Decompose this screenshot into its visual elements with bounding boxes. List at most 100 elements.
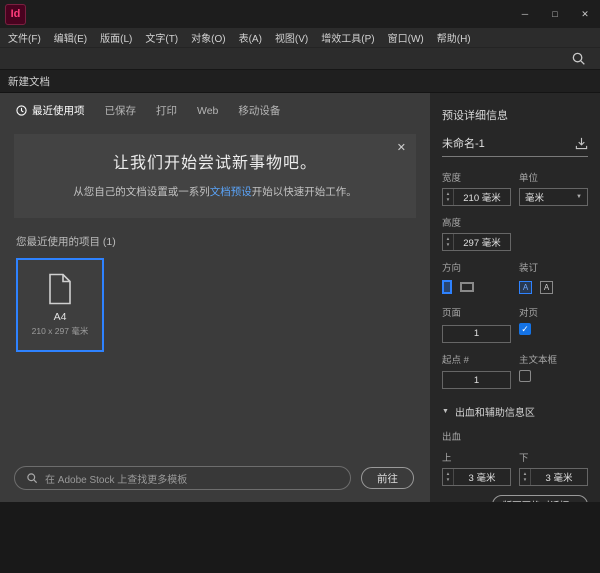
minimize-button[interactable]: ─ [510,0,540,28]
titlebar: Id ─ □ ✕ [0,0,600,28]
start-number-input[interactable] [442,371,511,389]
recent-preset-card-a4[interactable]: A4 210 x 297 毫米 [16,258,104,352]
height-stepper[interactable]: ▲ ▼ 297 毫米 [442,233,511,251]
app-toolbar [0,47,600,70]
tab-saved-label: 已保存 [105,103,137,118]
banner-close-icon[interactable]: ✕ [397,141,406,154]
bleed-bottom-stepper-arrows[interactable]: ▲ ▼ [520,469,531,485]
orientation-binding-row: 方向 装订 A A [442,260,588,296]
menu-layout[interactable]: 版面(L) [100,30,132,45]
stepper-down-icon[interactable]: ▼ [446,243,450,248]
stepper-down-icon[interactable]: ▼ [523,478,527,483]
menu-window[interactable]: 窗口(W) [388,30,424,45]
bleed-slug-section-header[interactable]: ▼ 出血和辅助信息区 [442,404,588,419]
save-preset-icon[interactable] [575,137,588,150]
preset-details-panel: 预设详细信息 未命名-1 宽度 ▲ ▼ 210 毫米 [430,93,600,502]
unit-label: 单位 [519,170,588,184]
menu-edit[interactable]: 编辑(E) [54,30,87,45]
stock-search-placeholder: 在 Adobe Stock 上查找更多模板 [45,471,187,486]
indesign-logo: Id [5,4,26,25]
orientation-label: 方向 [442,260,511,274]
tab-web[interactable]: Web [197,105,218,117]
stepper-up-icon[interactable]: ▲ [446,237,450,242]
unit-value: 毫米 [525,190,544,204]
stepper-up-icon[interactable]: ▲ [523,472,527,477]
banner-subtitle-post: 开始以快速开始工作。 [252,186,357,198]
pages-input[interactable] [442,325,511,343]
height-stepper-arrows[interactable]: ▲ ▼ [443,234,454,250]
dialog-left-pane: 最近使用项 已保存 打印 Web 移动设备 ✕ 让我们开始尝试新事物吧。 [0,93,430,502]
workspace-background [0,502,600,573]
tab-web-label: Web [197,105,218,117]
primary-text-frame-checkbox[interactable] [519,370,531,382]
menubar: 文件(F) 编辑(E) 版面(L) 文字(T) 对象(O) 表(A) 视图(V)… [0,28,600,47]
stepper-up-icon[interactable]: ▲ [446,192,450,197]
height-value[interactable]: 297 毫米 [454,235,510,249]
search-icon[interactable] [571,51,586,66]
facing-pages-checkbox[interactable]: ✓ [519,323,531,335]
tab-print-label: 打印 [156,103,177,118]
stepper-down-icon[interactable]: ▼ [446,478,450,483]
document-tab-label: 新建文档 [8,74,50,89]
orientation-portrait-icon[interactable] [442,280,452,294]
preset-card-dimensions: 210 x 297 毫米 [32,325,89,337]
menu-plugins[interactable]: 增效工具(P) [321,30,374,45]
height-row: 高度 ▲ ▼ 297 毫米 [442,215,588,251]
close-button[interactable]: ✕ [570,0,600,28]
unit-dropdown[interactable]: 毫米 ▼ [519,188,588,206]
document-name-row: 未命名-1 [442,135,588,157]
tab-saved[interactable]: 已保存 [105,103,137,118]
stepper-up-icon[interactable]: ▲ [446,472,450,477]
document-name-field[interactable]: 未命名-1 [442,135,485,151]
document-presets-link[interactable]: 文档预设 [210,186,252,198]
orientation-landscape-icon[interactable] [460,282,474,292]
recent-items-heading: 您最近使用的项目 (1) [16,234,430,249]
bleed-bottom-value[interactable]: 3 毫米 [531,470,587,484]
stepper-down-icon[interactable]: ▼ [446,198,450,203]
binding-left-icon[interactable]: A [519,281,532,294]
new-document-dialog: 最近使用项 已保存 打印 Web 移动设备 ✕ 让我们开始尝试新事物吧。 [0,93,600,502]
bleed-top-value[interactable]: 3 毫米 [454,470,510,484]
bleed-top-label: 上 [442,450,511,464]
bleed-bottom-stepper[interactable]: ▲ ▼ 3 毫米 [519,468,588,486]
width-stepper[interactable]: ▲ ▼ 210 毫米 [442,188,511,206]
tab-print[interactable]: 打印 [156,103,177,118]
tab-recent-label: 最近使用项 [32,103,85,118]
menu-file[interactable]: 文件(F) [8,30,41,45]
width-value[interactable]: 210 毫米 [454,190,510,204]
stock-search-input[interactable]: 在 Adobe Stock 上查找更多模板 [14,466,351,490]
menu-type[interactable]: 文字(T) [145,30,178,45]
pages-facing-row: 页面 对页 ✓ [442,305,588,343]
bleed-slug-section-label: 出血和辅助信息区 [455,404,535,419]
width-unit-row: 宽度 ▲ ▼ 210 毫米 单位 毫米 ▼ [442,170,588,206]
preset-card-name: A4 [54,311,67,323]
maximize-button[interactable]: □ [540,0,570,28]
bleed-top-stepper[interactable]: ▲ ▼ 3 毫米 [442,468,511,486]
stock-search-row: 在 Adobe Stock 上查找更多模板 前往 [0,456,430,502]
banner-subtitle-pre: 从您自己的文档设置或一系列 [73,186,210,198]
tab-mobile-label: 移动设备 [238,103,280,118]
banner-subtitle: 从您自己的文档设置或一系列文档预设开始以快速开始工作。 [14,184,416,199]
binding-right-icon[interactable]: A [540,281,553,294]
menu-view[interactable]: 视图(V) [275,30,308,45]
start-ptf-row: 起点 # 主文本框 [442,352,588,390]
menu-object[interactable]: 对象(O) [191,30,225,45]
welcome-banner: ✕ 让我们开始尝试新事物吧。 从您自己的文档设置或一系列文档预设开始以快速开始工… [14,134,416,218]
height-label: 高度 [442,215,511,229]
pages-label: 页面 [442,305,511,319]
width-label: 宽度 [442,170,511,184]
menu-help[interactable]: 帮助(H) [437,30,471,45]
tab-mobile[interactable]: 移动设备 [238,103,280,118]
menu-table[interactable]: 表(A) [239,30,262,45]
stock-search-icon [26,472,38,484]
tab-recent[interactable]: 最近使用项 [16,103,85,118]
width-stepper-arrows[interactable]: ▲ ▼ [443,189,454,205]
document-tab-strip: 新建文档 [0,70,600,93]
bleed-top-stepper-arrows[interactable]: ▲ ▼ [443,469,454,485]
go-button[interactable]: 前往 [361,467,414,489]
document-page-icon [47,273,73,305]
indesign-app: Id ─ □ ✕ 文件(F) 编辑(E) 版面(L) 文字(T) 对象(O) 表… [0,0,600,573]
binding-label: 装订 [519,260,588,274]
primary-text-frame-label: 主文本框 [519,352,588,366]
preset-category-tabs: 最近使用项 已保存 打印 Web 移动设备 [0,93,430,124]
